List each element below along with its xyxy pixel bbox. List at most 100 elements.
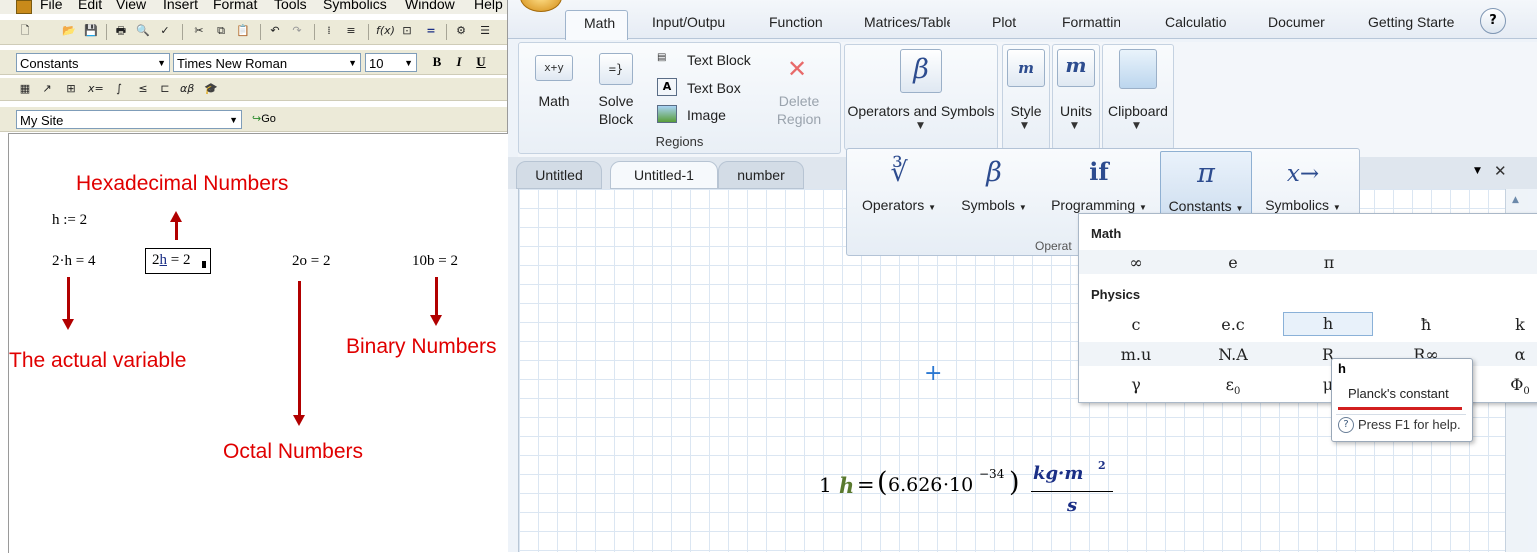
menu-insert[interactable]: Insert: [163, 0, 198, 12]
menu-symbolics[interactable]: Symbolics: [323, 0, 387, 12]
open-icon[interactable]: 📂: [62, 24, 76, 38]
programming-icon[interactable]: ⊏: [158, 82, 172, 96]
palette-symbols-button[interactable]: β Symbols ▼: [951, 151, 1037, 217]
doc-tab-number[interactable]: number: [718, 161, 804, 189]
calculator-icon[interactable]: ▦: [18, 82, 32, 96]
app-orb-icon[interactable]: [520, 0, 562, 12]
menu-help[interactable]: Help: [474, 0, 503, 12]
align-across-icon[interactable]: ⁞: [322, 24, 336, 38]
math-expr-octal[interactable]: 2o = 2: [292, 253, 330, 270]
math-region-button[interactable]: Math: [533, 92, 575, 110]
print-icon[interactable]: 🖶: [114, 24, 128, 38]
constant-alpha[interactable]: α: [1475, 345, 1537, 364]
doc-tab-untitled[interactable]: Untitled: [516, 161, 602, 189]
operators-symbols-button[interactable]: Operators and Symbols: [845, 102, 997, 120]
menu-file[interactable]: File: [40, 0, 63, 12]
close-icon[interactable]: ✕: [1494, 162, 1507, 180]
tab-list-icon[interactable]: ▼: [1474, 166, 1481, 176]
font-select[interactable]: Times New Roman ▼: [173, 53, 361, 72]
tab-calculation[interactable]: Calculatio: [1165, 14, 1229, 30]
constant-k[interactable]: k: [1475, 315, 1537, 334]
constant-na[interactable]: N.A: [1188, 345, 1278, 364]
text-block-button[interactable]: Text Block: [687, 51, 751, 69]
boolean-icon[interactable]: ≤: [136, 82, 150, 96]
tab-getting-started[interactable]: Getting Starte: [1368, 14, 1454, 30]
greek-icon[interactable]: αβ: [180, 82, 194, 96]
bold-button[interactable]: B: [429, 54, 445, 70]
palette-symbolics-button[interactable]: x→ Symbolics ▼: [1255, 151, 1351, 217]
constant-c[interactable]: c: [1091, 315, 1181, 334]
resource-icon[interactable]: ☰: [478, 24, 492, 38]
math-definition[interactable]: h := 2: [52, 212, 87, 229]
evaluation-icon[interactable]: x=: [88, 82, 104, 96]
scroll-up-icon[interactable]: ▲: [1512, 195, 1519, 205]
palette-constants-button[interactable]: π Constants ▼: [1160, 151, 1252, 219]
legacy-worksheet[interactable]: Hexadecimal Numbers h := 2 2·h = 4 2h = …: [8, 133, 508, 553]
result-expression[interactable]: 1 h = ( 6.626 ·10 −34 ) kg·m 2 s: [817, 459, 1127, 523]
component-icon[interactable]: ⚙: [454, 24, 468, 38]
go-button[interactable]: ↪Go: [252, 112, 276, 125]
help-button[interactable]: ?: [1480, 8, 1506, 34]
align-down-icon[interactable]: ≡: [344, 24, 358, 38]
math-expr-variable[interactable]: 2·h = 4: [52, 253, 95, 270]
delete-region-button[interactable]: Delete Region: [771, 92, 827, 128]
copy-icon[interactable]: ⧉: [214, 24, 228, 38]
tab-functions[interactable]: Function: [769, 14, 825, 30]
tab-document[interactable]: Documer: [1268, 14, 1325, 30]
menu-format[interactable]: Format: [213, 0, 257, 12]
constant-hbar[interactable]: ħ: [1381, 315, 1471, 334]
math-expr-binary[interactable]: 10b = 2: [412, 253, 458, 270]
spell-check-icon[interactable]: ✓: [158, 24, 172, 38]
undo-icon[interactable]: ↶: [268, 24, 282, 38]
graph-icon[interactable]: ↗: [40, 82, 54, 96]
constant-mu[interactable]: m.u: [1091, 345, 1181, 364]
menu-view[interactable]: View: [116, 0, 146, 12]
redo-icon[interactable]: ↷: [290, 24, 304, 38]
tab-input-output[interactable]: Input/Outpu: [652, 14, 726, 30]
calculus-icon[interactable]: ∫: [112, 82, 126, 96]
menu-tools[interactable]: Tools: [274, 0, 307, 12]
constant-phi0[interactable]: Φ0: [1475, 375, 1537, 397]
underline-button[interactable]: U: [473, 54, 489, 70]
symbolic-icon[interactable]: 🎓: [204, 82, 218, 96]
solve-block-button[interactable]: Solve Block: [591, 92, 641, 128]
palette-operators-button[interactable]: ∛ Operators ▼: [853, 151, 945, 217]
menu-window[interactable]: Window: [405, 0, 455, 12]
insert-unit-icon[interactable]: ⊡: [400, 24, 414, 38]
doc-tab-untitled-1[interactable]: Untitled-1: [610, 161, 718, 189]
cut-icon[interactable]: ✂: [192, 24, 206, 38]
calculate-icon[interactable]: =: [424, 24, 438, 38]
site-select[interactable]: My Site ▼: [16, 110, 242, 129]
size-select[interactable]: 10 ▼: [365, 53, 417, 72]
style-button[interactable]: Style: [1003, 102, 1049, 120]
chevron-down-icon: ▼: [157, 58, 166, 68]
app-logo-icon[interactable]: [16, 0, 32, 14]
constant-h[interactable]: h: [1283, 312, 1373, 336]
matrix-icon[interactable]: ⊞: [64, 82, 78, 96]
print-preview-icon[interactable]: 🔍: [136, 24, 150, 38]
tab-matrices-tables[interactable]: Matrices/Table: [864, 14, 950, 30]
menu-edit[interactable]: Edit: [78, 0, 102, 12]
constant-e[interactable]: e: [1188, 253, 1278, 272]
italic-button[interactable]: I: [451, 54, 467, 70]
palette-programming-button[interactable]: if Programming ▼: [1043, 151, 1155, 217]
units-button[interactable]: Units: [1053, 102, 1099, 120]
constant-gamma[interactable]: γ: [1091, 375, 1181, 394]
constant-eps0[interactable]: ε0: [1188, 375, 1278, 397]
clipboard-button[interactable]: Clipboard: [1103, 102, 1173, 120]
tab-formatting[interactable]: Formattin: [1062, 14, 1120, 30]
save-icon[interactable]: 💾: [84, 24, 98, 38]
insert-function-icon[interactable]: f(x): [376, 24, 395, 38]
text-box-button[interactable]: Text Box: [687, 79, 741, 97]
math-expr-hex[interactable]: 2h = 2: [145, 248, 211, 274]
tab-plots[interactable]: Plot: [992, 14, 1022, 30]
new-icon[interactable]: 🗋: [18, 24, 32, 38]
constant-infinity[interactable]: ∞: [1091, 253, 1181, 272]
paste-icon[interactable]: 📋: [236, 24, 250, 38]
style-select[interactable]: Constants ▼: [16, 53, 170, 72]
image-button[interactable]: Image: [687, 106, 726, 124]
constant-ec[interactable]: e.c: [1188, 315, 1278, 334]
tab-math[interactable]: Math: [565, 10, 628, 40]
constant-pi[interactable]: π: [1284, 253, 1374, 272]
chevron-down-icon: ▼: [404, 58, 413, 68]
